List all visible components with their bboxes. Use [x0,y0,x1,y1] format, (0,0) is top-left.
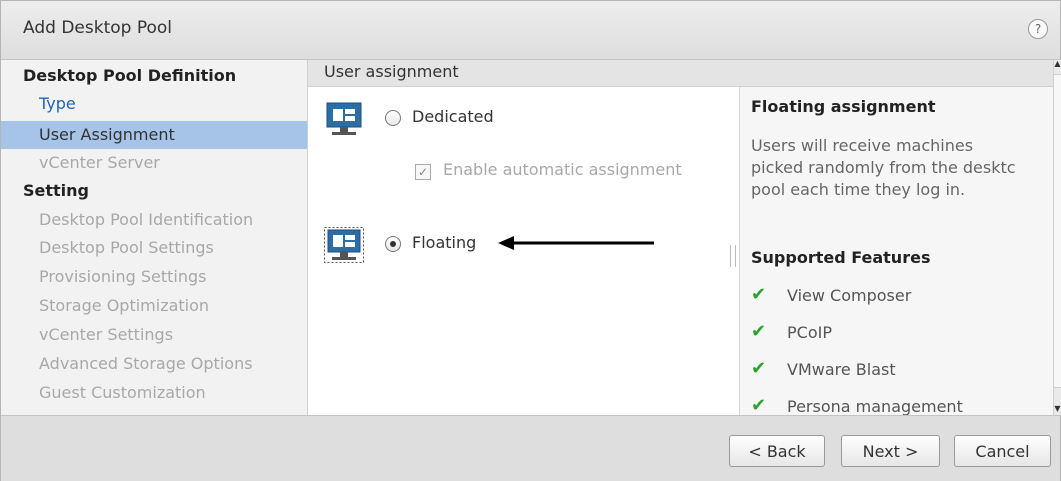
sidebar-section-definition: Desktop Pool Definition [23,66,237,85]
dialog-footer: < Back Next > Cancel [1,415,1060,481]
wizard-sidebar: Desktop Pool Definition Type User Assign… [1,60,308,415]
info-title: Floating assignment [751,97,936,116]
sidebar-item-advanced-storage: Advanced Storage Options [39,354,253,373]
sidebar-item-guest-customization: Guest Customization [39,383,206,402]
sidebar-section-setting: Setting [23,181,89,200]
sidebar-item-pool-settings: Desktop Pool Settings [39,238,214,257]
check-icon: ✔ [751,358,767,379]
dialog-title: Add Desktop Pool [23,18,172,38]
feature-label: Persona management [787,397,963,415]
check-icon: ✔ [751,321,767,342]
scroll-up-icon[interactable]: ▲ [1054,60,1061,68]
info-panel: Floating assignment Users will receive m… [739,87,1054,415]
annotation-arrow-icon [498,236,654,250]
scroll-thumb[interactable] [1054,74,1061,388]
dedicated-label: Dedicated [412,107,494,126]
feature-label: PCoIP [787,323,832,342]
feature-label: VMware Blast [787,360,896,379]
floating-label: Floating [412,233,477,252]
scroll-down-icon[interactable]: ▼ [1054,405,1061,413]
info-line-3: pool each time they log in. [751,180,966,199]
info-line-2: picked randomly from the desktc [751,158,1016,177]
sidebar-item-vcenter-server: vCenter Server [39,153,160,172]
sidebar-item-pool-identification: Desktop Pool Identification [39,210,254,229]
panel-title: User assignment [324,62,459,81]
panel-splitter[interactable] [730,245,736,267]
floating-desktop-icon [324,227,364,263]
check-icon: ✔ [751,395,767,415]
add-desktop-pool-dialog: Add Desktop Pool ? Desktop Pool Definiti… [0,0,1061,481]
auto-assign-checkbox[interactable]: ✓ [415,164,431,180]
supported-features-title: Supported Features [751,248,931,267]
dedicated-radio[interactable] [385,110,401,126]
feature-label: View Composer [787,286,912,305]
cancel-button[interactable]: Cancel [954,435,1051,467]
sidebar-item-type[interactable]: Type [1,90,307,118]
info-description: Users will receive machines picked rando… [751,135,1054,201]
floating-radio[interactable] [385,236,401,252]
assignment-options: Dedicated ✓ Enable automatic assignment … [308,87,738,415]
next-button[interactable]: Next > [841,435,940,467]
user-assignment-header: User assignment [308,60,1053,87]
dedicated-desktop-icon [326,102,362,135]
back-button[interactable]: < Back [729,435,825,467]
check-icon: ✔ [751,284,767,305]
dialog-titlebar: Add Desktop Pool ? [1,1,1060,60]
auto-assign-label: Enable automatic assignment [443,160,682,179]
sidebar-item-storage-optimization: Storage Optimization [39,296,210,315]
sidebar-item-user-assignment[interactable]: User Assignment [1,121,307,149]
help-icon[interactable]: ? [1028,19,1048,39]
sidebar-item-vcenter-settings: vCenter Settings [39,325,174,344]
sidebar-item-provisioning-settings: Provisioning Settings [39,267,207,286]
vertical-scrollbar[interactable]: ▲ ▼ [1053,60,1061,415]
info-line-1: Users will receive machines [751,136,974,155]
